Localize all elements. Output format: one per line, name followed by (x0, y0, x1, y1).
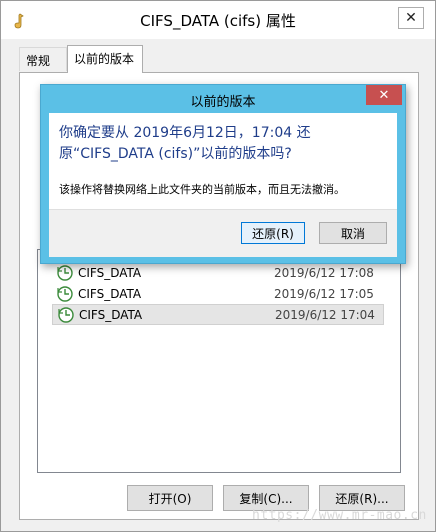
list-item[interactable]: CIFS_DATA 2019/6/12 17:08 (52, 262, 384, 283)
dialog-titlebar: 以前的版本 ✕ (41, 85, 405, 113)
dialog-restore-button[interactable]: 还原(R) (241, 222, 305, 244)
folder-history-icon (57, 306, 75, 324)
list-item-selected[interactable]: CIFS_DATA 2019/6/12 17:04 (52, 304, 384, 325)
version-date: 2019/6/12 17:05 (274, 286, 374, 301)
dialog-body: 你确定要从 2019年6月12日，17:04 还原“CIFS_DATA (cif… (49, 113, 397, 257)
versions-list[interactable]: CIFS_DATA 2019/6/12 17:08 CIFS_DATA 2019… (37, 249, 401, 473)
version-name: CIFS_DATA (79, 307, 143, 322)
dialog-cancel-button[interactable]: 取消 (319, 222, 387, 244)
dialog-footer: 还原(R) 取消 (49, 209, 397, 257)
watermark-text: https://www.mr-mao.cn (252, 508, 427, 523)
restore-confirm-dialog: 以前的版本 ✕ 你确定要从 2019年6月12日，17:04 还原“CIFS_D… (40, 84, 406, 264)
window-close-button[interactable]: ✕ (398, 7, 424, 29)
open-button[interactable]: 打开(O) (127, 485, 213, 511)
version-name: CIFS_DATA (78, 265, 142, 280)
folder-history-icon (56, 264, 74, 282)
tab-general[interactable]: 常规 (19, 47, 67, 71)
properties-window: CIFS_DATA (cifs) 属性 ✕ 常规 以前的版本 CIFS_DATA… (0, 0, 436, 532)
folder-history-icon (56, 285, 74, 303)
list-item[interactable]: CIFS_DATA 2019/6/12 17:05 (52, 283, 384, 304)
version-date: 2019/6/12 17:04 (275, 307, 375, 322)
version-name: CIFS_DATA (78, 286, 142, 301)
dialog-message: 你确定要从 2019年6月12日，17:04 还原“CIFS_DATA (cif… (59, 125, 311, 162)
version-date: 2019/6/12 17:08 (274, 265, 374, 280)
dialog-detail: 该操作将替换网络上此文件夹的当前版本，而且无法撤消。 (59, 183, 345, 196)
dialog-title: 以前的版本 (190, 95, 256, 110)
tab-previous-versions[interactable]: 以前的版本 (67, 45, 143, 73)
window-title: CIFS_DATA (cifs) 属性 (140, 12, 296, 30)
window-titlebar: CIFS_DATA (cifs) 属性 ✕ (1, 1, 435, 39)
dialog-close-button[interactable]: ✕ (366, 85, 402, 105)
